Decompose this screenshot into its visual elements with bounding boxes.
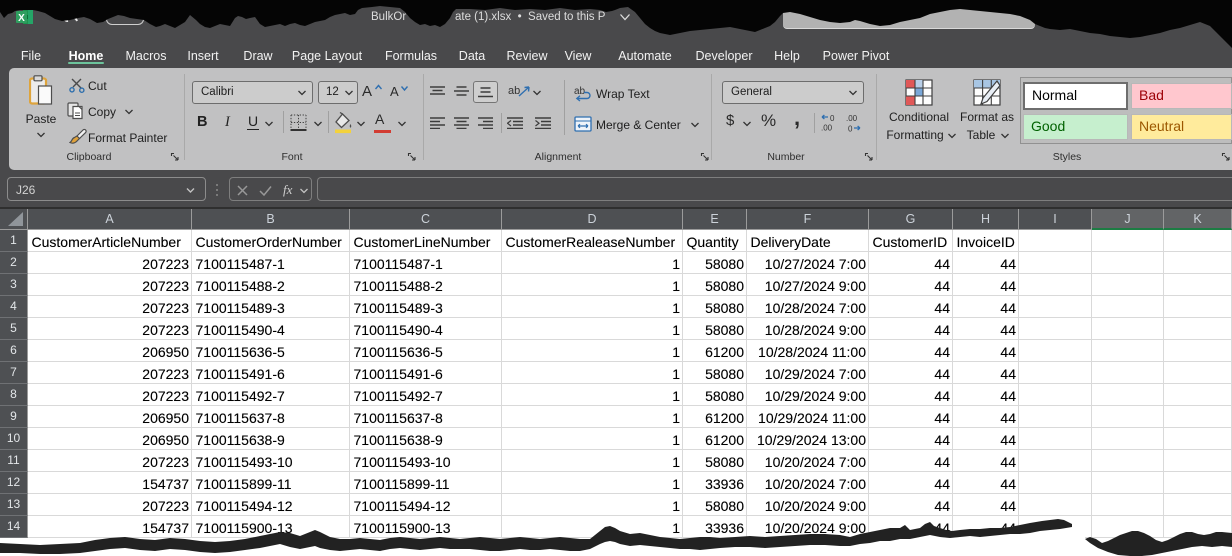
svg-text:.00: .00: [821, 124, 833, 133]
svg-text:.00: .00: [846, 114, 858, 123]
svg-text:0: 0: [830, 114, 835, 123]
svg-text:0: 0: [848, 125, 853, 133]
svg-text:ab: ab: [574, 86, 586, 97]
